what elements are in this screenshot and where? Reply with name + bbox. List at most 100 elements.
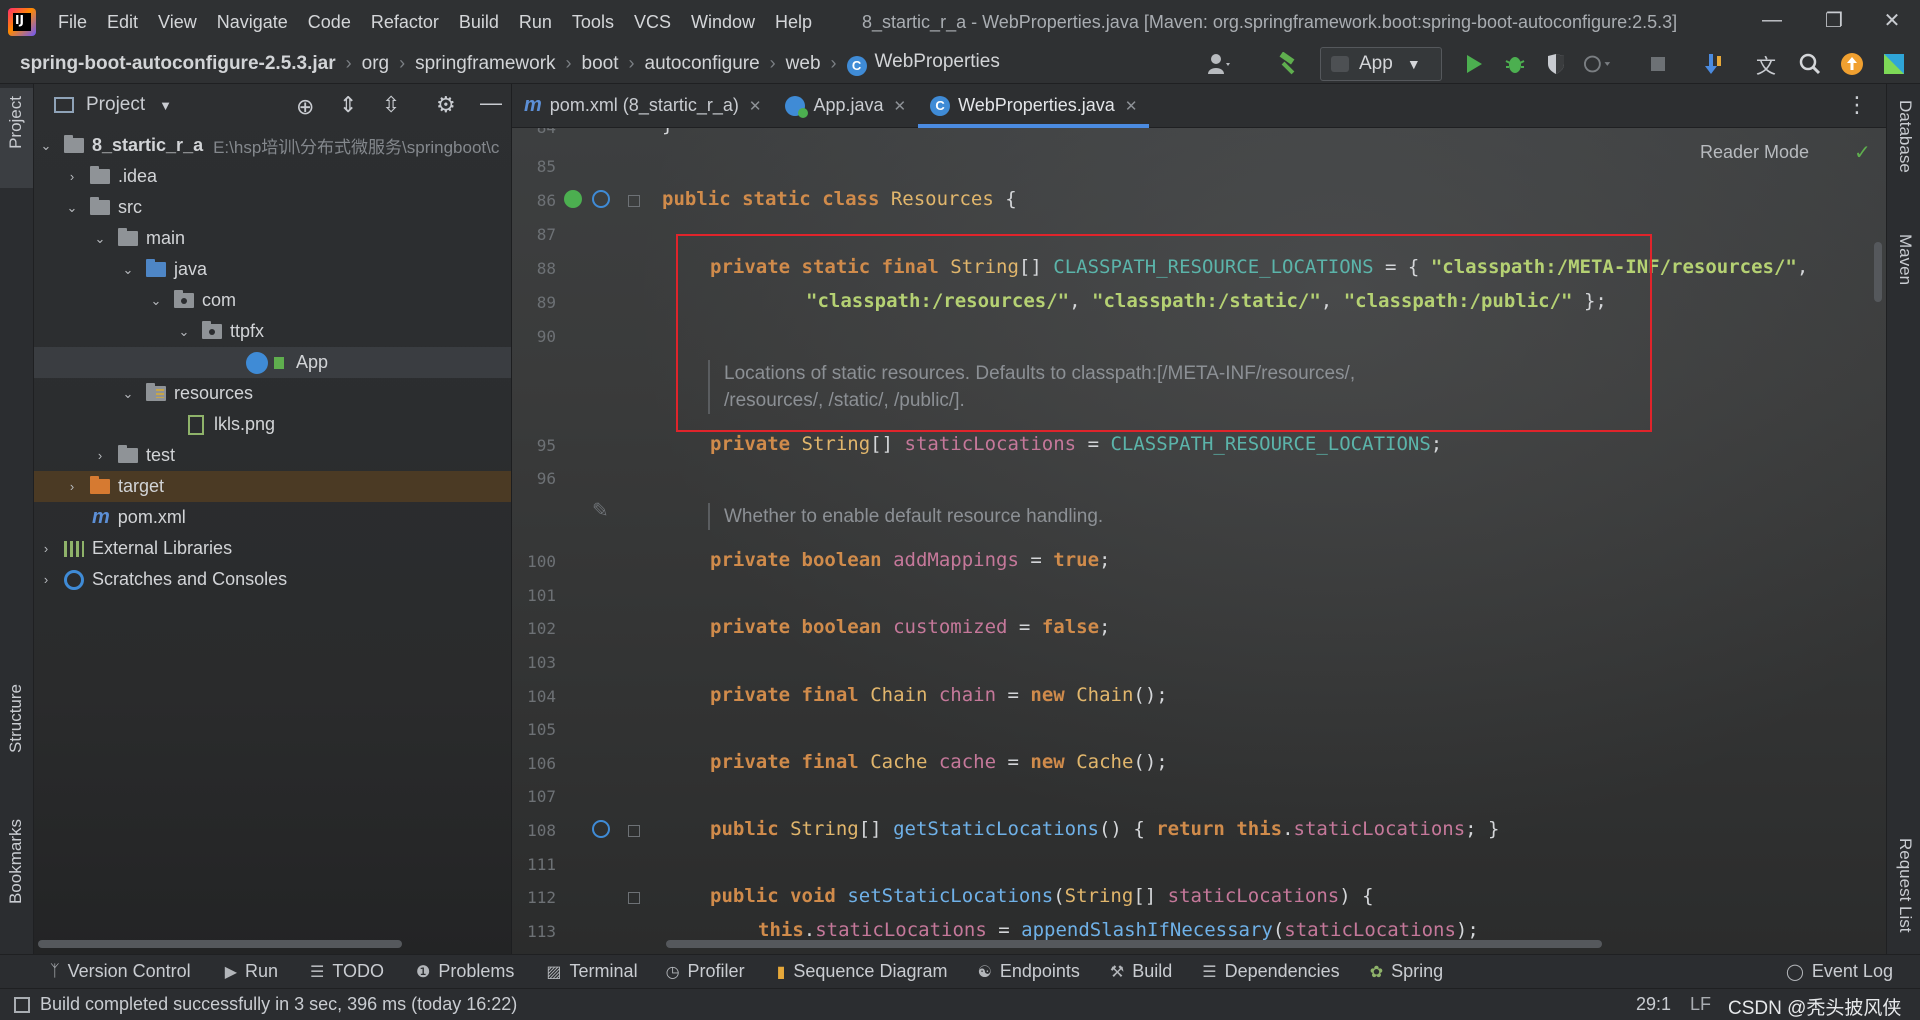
tool-todo[interactable]: ☰ TODO (310, 961, 384, 982)
minimize-button[interactable]: — (1744, 0, 1800, 40)
breadcrumb-webproperties[interactable]: C WebProperties (841, 51, 1006, 76)
tool-endpoints[interactable]: ☯ Endpoints (977, 961, 1079, 982)
vertical-scrollbar[interactable] (1874, 242, 1882, 302)
debug-bug-icon[interactable] (1501, 50, 1529, 78)
breadcrumb-boot[interactable]: boot (576, 53, 625, 75)
close-icon[interactable]: ✕ (1125, 97, 1138, 115)
tree-item-pom-xml[interactable]: m pom.xml (34, 502, 511, 533)
locate-icon[interactable]: ⊕ (296, 94, 314, 120)
close-icon[interactable]: ✕ (894, 97, 907, 115)
breadcrumb-web[interactable]: web (780, 53, 827, 75)
status-message[interactable]: Build completed successfully in 3 sec, 3… (40, 994, 517, 1015)
tool-terminal[interactable]: ▨ Terminal (546, 961, 637, 982)
caret-position[interactable]: 29:1 (1636, 994, 1671, 1015)
search-icon[interactable] (1796, 50, 1824, 78)
tool-run[interactable]: ▶ Run (225, 961, 278, 982)
tree-item-target[interactable]: › target (34, 471, 511, 502)
tree-item-main[interactable]: ⌄ main (34, 223, 511, 254)
user-icon[interactable] (1206, 50, 1234, 78)
tool-label: Problems (438, 961, 515, 981)
menu-tools[interactable]: Tools (562, 12, 624, 33)
tab-webproperties-java[interactable]: C WebProperties.java ✕ (918, 84, 1150, 128)
hide-panel-icon[interactable]: — (480, 90, 502, 116)
tab-app-java[interactable]: App.java ✕ (773, 84, 918, 128)
maximize-button[interactable]: ❐ (1806, 0, 1862, 40)
menu-build[interactable]: Build (449, 12, 509, 33)
code-editor[interactable]: Reader Mode ✓ 84 85 86 87 88 89 90 95 96… (512, 128, 1886, 954)
tree-item-app[interactable]: App (34, 347, 511, 378)
more-tabs-icon[interactable]: ⋮ (1846, 92, 1868, 118)
build-hammer-icon[interactable] (1274, 50, 1302, 78)
coverage-shield-icon[interactable] (1542, 50, 1570, 78)
override-icon[interactable] (592, 190, 610, 208)
menu-vcs[interactable]: VCS (624, 12, 681, 33)
tool-problems[interactable]: ❶ Problems (416, 961, 514, 982)
tool-version-control[interactable]: ᛉ Version Control (50, 961, 191, 982)
tree-item-external-libraries[interactable]: › External Libraries (34, 533, 511, 564)
tree-item-java[interactable]: ⌄ java (34, 254, 511, 285)
tool-profiler[interactable]: ◷ Profiler (666, 961, 745, 982)
tree-item-project-root[interactable]: ⌄ 8_startic_r_a E:\hsp培训\分布式微服务\springbo… (34, 130, 511, 161)
ide-logo-icon[interactable] (1880, 50, 1908, 78)
tab-pom-xml[interactable]: m pom.xml (8_startic_r_a) ✕ (512, 84, 773, 128)
menu-help[interactable]: Help (765, 12, 822, 33)
tree-item-idea[interactable]: › .idea (34, 161, 511, 192)
tool-sequence-diagram[interactable]: ▮ Sequence Diagram (777, 961, 948, 982)
project-horizontal-scrollbar[interactable] (38, 940, 402, 948)
tool-event-log[interactable]: ◯ Event Log (1786, 961, 1893, 982)
tree-item-test[interactable]: › test (34, 440, 511, 471)
override-icon[interactable] (592, 820, 610, 838)
tree-item-label: target (118, 476, 165, 496)
breadcrumb-jar[interactable]: spring-boot-autoconfigure-2.5.3.jar (14, 53, 342, 75)
dropdown-arrow-icon[interactable]: ▼ (159, 98, 172, 113)
menu-run[interactable]: Run (509, 12, 562, 33)
edit-doc-icon[interactable]: ✎ (592, 498, 609, 523)
line-number: 105 (527, 720, 556, 739)
menu-code[interactable]: Code (298, 12, 361, 33)
request-list-tool-tab[interactable]: Request List (1895, 838, 1915, 933)
tree-item-src[interactable]: ⌄ src (34, 192, 511, 223)
expand-all-icon[interactable]: ⇕ (339, 92, 357, 118)
translate-icon[interactable]: 文 (1752, 50, 1780, 78)
panel-toggle-icon[interactable] (14, 996, 30, 1013)
tool-spring[interactable]: ✿ Spring (1370, 961, 1443, 982)
run-configuration-select[interactable]: App ▼ (1320, 47, 1442, 81)
menu-edit[interactable]: Edit (97, 12, 148, 33)
structure-tool-tab[interactable]: Structure (6, 684, 26, 753)
spring-bean-icon[interactable] (564, 190, 582, 208)
bookmarks-tool-tab[interactable]: Bookmarks (6, 819, 26, 904)
vcs-update-icon[interactable] (1700, 50, 1728, 78)
tree-item-ttpfx[interactable]: ⌄ ttpfx (34, 316, 511, 347)
menu-view[interactable]: View (148, 12, 207, 33)
menu-navigate[interactable]: Navigate (207, 12, 298, 33)
run-icon[interactable] (1460, 50, 1488, 78)
line-separator[interactable]: LF (1690, 994, 1711, 1015)
profiler-icon[interactable] (1584, 50, 1612, 78)
tool-build[interactable]: ⚒ Build (1110, 961, 1172, 982)
database-tool-tab[interactable]: Database (1895, 100, 1915, 173)
menu-window[interactable]: Window (681, 12, 765, 33)
tree-item-scratches[interactable]: › Scratches and Consoles (34, 564, 511, 595)
maven-tool-tab[interactable]: Maven (1895, 234, 1915, 285)
breadcrumb-org[interactable]: org (356, 53, 395, 75)
close-icon[interactable]: ✕ (749, 97, 762, 115)
tree-item-label: External Libraries (92, 538, 233, 558)
tree-item-lkls-png[interactable]: lkls.png (34, 409, 511, 440)
breadcrumb-autoconfigure[interactable]: autoconfigure (639, 53, 766, 75)
code-area[interactable]: } public static class Resources { privat… (632, 128, 1872, 954)
menu-refactor[interactable]: Refactor (361, 12, 449, 33)
tree-item-com[interactable]: ⌄ com (34, 285, 511, 316)
project-view-label[interactable]: Project (86, 94, 145, 116)
editor-horizontal-scrollbar[interactable] (666, 940, 1602, 948)
stop-icon[interactable] (1644, 50, 1672, 78)
tree-item-resources[interactable]: ⌄ resources (34, 378, 511, 409)
collapse-all-icon[interactable]: ⇳ (382, 92, 400, 118)
left-tool-strip: Project Structure Bookmarks (0, 84, 34, 954)
project-tool-tab[interactable]: Project (0, 88, 33, 188)
gear-icon[interactable]: ⚙ (436, 92, 456, 118)
breadcrumb-springframework[interactable]: springframework (409, 53, 561, 75)
menu-file[interactable]: File (48, 12, 97, 33)
tool-dependencies[interactable]: ☰ Dependencies (1202, 961, 1339, 982)
close-window-button[interactable]: ✕ (1864, 0, 1920, 40)
updates-icon[interactable] (1838, 50, 1866, 78)
